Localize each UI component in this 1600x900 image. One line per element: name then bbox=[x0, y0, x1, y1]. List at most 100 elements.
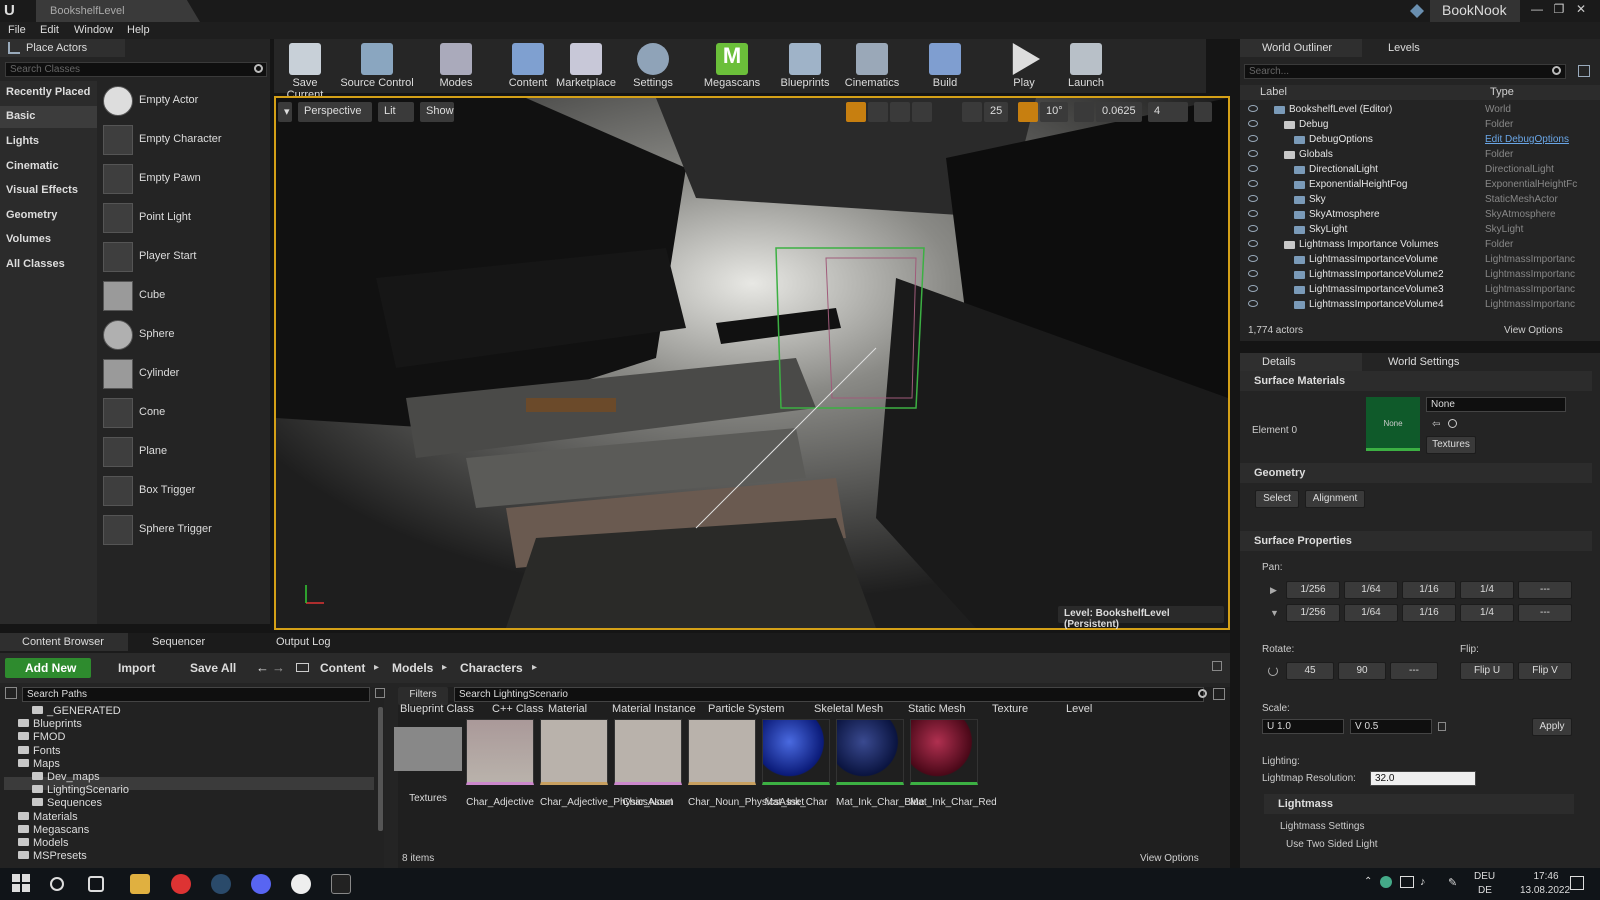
search-classes-input[interactable]: Search Classes bbox=[5, 62, 267, 77]
world-settings-tab[interactable]: World Settings bbox=[1366, 353, 1482, 371]
level-tab[interactable]: BookshelfLevel bbox=[36, 0, 200, 22]
eye-icon[interactable] bbox=[1248, 285, 1258, 292]
lightmass-header[interactable]: Lightmass bbox=[1264, 794, 1574, 814]
add-folder-icon[interactable] bbox=[1578, 65, 1590, 77]
maximize-viewport-icon[interactable] bbox=[1194, 102, 1212, 122]
select-dropdown[interactable]: Select bbox=[1255, 490, 1299, 508]
paths-scrollbar[interactable] bbox=[378, 707, 383, 831]
lock-icon[interactable] bbox=[1438, 722, 1446, 731]
browse-icon[interactable] bbox=[1448, 419, 1457, 428]
category-lights[interactable]: Lights bbox=[6, 135, 39, 147]
outliner-search-input[interactable]: Search... bbox=[1244, 64, 1566, 79]
show-button[interactable]: Show bbox=[420, 102, 454, 122]
alignment-dropdown[interactable]: Alignment bbox=[1305, 490, 1365, 508]
material-dropdown[interactable]: None bbox=[1426, 397, 1566, 412]
outliner-row[interactable]: LightmassImportanceVolume2 LightmassImpor… bbox=[1240, 268, 1590, 283]
asset-tile[interactable]: Mat_Ink_Char_Blue bbox=[836, 719, 924, 809]
world-outliner-tab[interactable]: World Outliner bbox=[1240, 39, 1362, 57]
category-cinematic[interactable]: Cinematic bbox=[6, 160, 59, 172]
pen-icon[interactable]: ✎ bbox=[1448, 876, 1457, 889]
eye-icon[interactable] bbox=[1248, 135, 1258, 142]
actor-cube[interactable]: Cube bbox=[103, 279, 265, 315]
actor-cylinder[interactable]: Cylinder bbox=[103, 357, 265, 393]
lightmap-resolution-input[interactable]: 32.0 bbox=[1370, 771, 1476, 786]
pan-v-custom[interactable]: --- bbox=[1518, 604, 1572, 622]
scale-v-input[interactable]: V 0.5 bbox=[1350, 719, 1432, 734]
levels-tab[interactable]: Levels bbox=[1366, 39, 1476, 57]
windows-start-icon[interactable] bbox=[12, 874, 32, 894]
pan-u-1-16[interactable]: 1/16 bbox=[1402, 581, 1456, 599]
discord-icon[interactable] bbox=[251, 874, 271, 894]
search-icon[interactable] bbox=[50, 877, 64, 891]
pan-v-1-4[interactable]: 1/4 bbox=[1460, 604, 1514, 622]
notifications-icon[interactable] bbox=[1570, 876, 1584, 890]
outliner-row-type[interactable]: Edit DebugOptions bbox=[1485, 134, 1585, 145]
category-visual-effects[interactable]: Visual Effects bbox=[6, 184, 78, 196]
modes-button[interactable]: Modes bbox=[434, 41, 478, 91]
task-view-icon[interactable] bbox=[88, 876, 104, 892]
tray-chevron-icon[interactable]: ⌃ bbox=[1364, 876, 1372, 887]
apply-button[interactable]: Apply bbox=[1532, 718, 1572, 736]
language-primary[interactable]: DEU bbox=[1474, 871, 1495, 882]
rotation-snap-icon[interactable] bbox=[1018, 102, 1038, 122]
save-search-icon[interactable] bbox=[1213, 688, 1225, 700]
search-paths-input[interactable]: Search Paths bbox=[22, 687, 370, 702]
translate-icon[interactable] bbox=[846, 102, 866, 122]
forward-arrow-icon[interactable]: → bbox=[272, 660, 285, 675]
folder-tree-item[interactable]: Maps bbox=[18, 758, 60, 770]
viewport-options-button[interactable]: ▾ bbox=[278, 102, 292, 122]
breadcrumb-characters[interactable]: Characters bbox=[460, 661, 523, 675]
eye-icon[interactable] bbox=[1248, 120, 1258, 127]
rotate-icon[interactable] bbox=[868, 102, 888, 122]
steam-icon[interactable] bbox=[211, 874, 231, 894]
actor-box-trigger[interactable]: Box Trigger bbox=[103, 474, 265, 510]
pan-v-1-256[interactable]: 1/256 bbox=[1286, 604, 1340, 622]
scale-snap-value[interactable]: 0.0625 bbox=[1096, 102, 1142, 122]
asset-tile[interactable]: Char_Noun bbox=[614, 719, 682, 809]
asset-tile[interactable]: Char_Adjective_PhysicsAsset bbox=[540, 719, 673, 809]
pan-u-1-256[interactable]: 1/256 bbox=[1286, 581, 1340, 599]
folder-tree-item[interactable]: Sequences bbox=[32, 797, 102, 809]
maximize-button[interactable]: ❐ bbox=[1550, 2, 1568, 18]
folder-tree-item[interactable]: LightingScenario bbox=[32, 784, 129, 796]
eye-icon[interactable] bbox=[1248, 150, 1258, 157]
scale-snap-icon[interactable] bbox=[1074, 102, 1094, 122]
outliner-row[interactable]: LightmassImportanceVolume4 LightmassImpor… bbox=[1240, 298, 1590, 313]
surface-materials-header[interactable]: Surface Materials bbox=[1240, 371, 1592, 391]
asset-tile[interactable]: Mat_Ink_Char bbox=[762, 719, 830, 809]
epic-games-icon[interactable] bbox=[331, 874, 351, 894]
launch-button[interactable]: Launch bbox=[1066, 41, 1106, 91]
rotate-90-button[interactable]: 90 bbox=[1338, 662, 1386, 680]
play-button[interactable]: Play bbox=[1006, 41, 1042, 91]
folder-tree-item[interactable]: MSPresets bbox=[18, 850, 87, 862]
category-all-classes[interactable]: All Classes bbox=[6, 258, 65, 270]
pan-u-1-4[interactable]: 1/4 bbox=[1460, 581, 1514, 599]
cinematics-button[interactable]: Cinematics bbox=[844, 41, 900, 91]
lock-icon[interactable] bbox=[1212, 661, 1222, 671]
lightmass-settings-label[interactable]: Lightmass Settings bbox=[1280, 821, 1365, 832]
save-all-button[interactable]: Save All bbox=[190, 661, 236, 675]
collapse-panel-icon[interactable] bbox=[5, 687, 17, 699]
outliner-row[interactable]: LightmassImportanceVolume3 LightmassImpor… bbox=[1240, 283, 1590, 298]
scale-icon[interactable] bbox=[890, 102, 910, 122]
actor-empty-character[interactable]: Empty Character bbox=[103, 123, 265, 159]
outliner-row[interactable]: LightmassImportanceVolume LightmassImport… bbox=[1240, 253, 1590, 268]
menu-window[interactable]: Window bbox=[74, 24, 113, 36]
pan-u-1-64[interactable]: 1/64 bbox=[1344, 581, 1398, 599]
eye-icon[interactable] bbox=[1248, 165, 1258, 172]
network-icon[interactable] bbox=[1400, 876, 1414, 888]
rotate-custom-dropdown[interactable]: --- bbox=[1390, 662, 1438, 680]
content-button[interactable]: Content bbox=[506, 41, 550, 91]
breadcrumb-models[interactable]: Models bbox=[392, 661, 433, 675]
folder-tree-item[interactable]: FMOD bbox=[18, 731, 65, 743]
build-button[interactable]: Build bbox=[926, 41, 964, 91]
output-log-tab[interactable]: Output Log bbox=[254, 633, 374, 651]
import-button[interactable]: Import bbox=[118, 661, 155, 675]
category-basic[interactable]: Basic bbox=[0, 106, 97, 128]
use-selected-arrow-icon[interactable]: ⇦ bbox=[1432, 419, 1442, 430]
textures-dropdown[interactable]: Textures bbox=[1426, 436, 1476, 454]
volume-icon[interactable]: ♪ bbox=[1420, 876, 1426, 888]
folder-tree-item[interactable]: Megascans bbox=[18, 824, 89, 836]
category-geometry[interactable]: Geometry bbox=[6, 209, 57, 221]
scale-u-input[interactable]: U 1.0 bbox=[1262, 719, 1344, 734]
